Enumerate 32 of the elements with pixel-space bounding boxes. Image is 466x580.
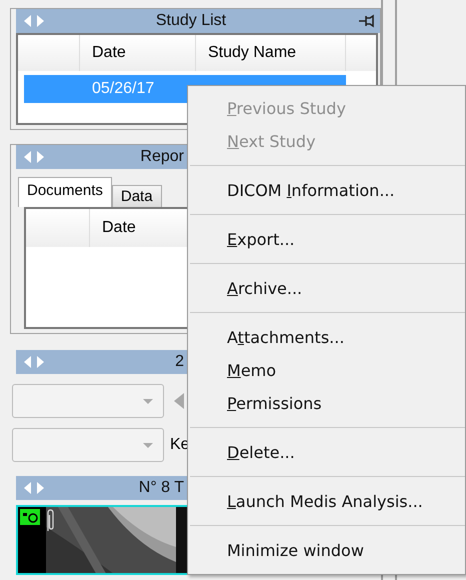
menu-item[interactable]: Launch Medis Analysis... (188, 485, 465, 518)
right-arrow-icon[interactable] (35, 149, 46, 165)
camera-icon (20, 509, 40, 525)
dropdown[interactable] (12, 384, 164, 418)
right-arrow-icon[interactable] (35, 13, 46, 29)
menu-item[interactable]: Permissions (188, 387, 465, 420)
right-arrow-icon[interactable] (35, 354, 46, 370)
left-arrow-icon[interactable] (22, 480, 33, 496)
caret-icon (143, 399, 153, 404)
panel-title: 2 (175, 353, 184, 371)
tab[interactable]: Data (112, 185, 162, 207)
panel-title: Repor (140, 148, 184, 166)
column-header[interactable]: Date (80, 35, 196, 71)
pin-icon[interactable] (358, 13, 374, 29)
left-arrow-icon[interactable] (22, 13, 33, 29)
dropdown[interactable] (12, 428, 164, 462)
column-header[interactable]: Study Name (196, 35, 346, 71)
right-arrow-icon[interactable] (35, 480, 46, 496)
table-cell: 05/26/17 (92, 80, 154, 98)
menu-item[interactable]: Attachments... (188, 321, 465, 354)
menu-item[interactable]: Archive... (188, 272, 465, 305)
menu-item[interactable]: Memo (188, 354, 465, 387)
panel-title: Study List (156, 12, 226, 30)
tab[interactable]: Documents (18, 177, 112, 207)
menu-item[interactable]: DICOM Information... (188, 174, 465, 207)
left-arrow-icon[interactable] (22, 354, 33, 370)
panel-title: N° 8 T (138, 479, 184, 497)
caret-icon (143, 443, 153, 448)
left-triangle-icon[interactable] (174, 393, 184, 409)
menu-item[interactable]: Minimize window (188, 534, 465, 567)
menu-item[interactable]: Delete... (188, 436, 465, 469)
left-arrow-icon[interactable] (22, 149, 33, 165)
